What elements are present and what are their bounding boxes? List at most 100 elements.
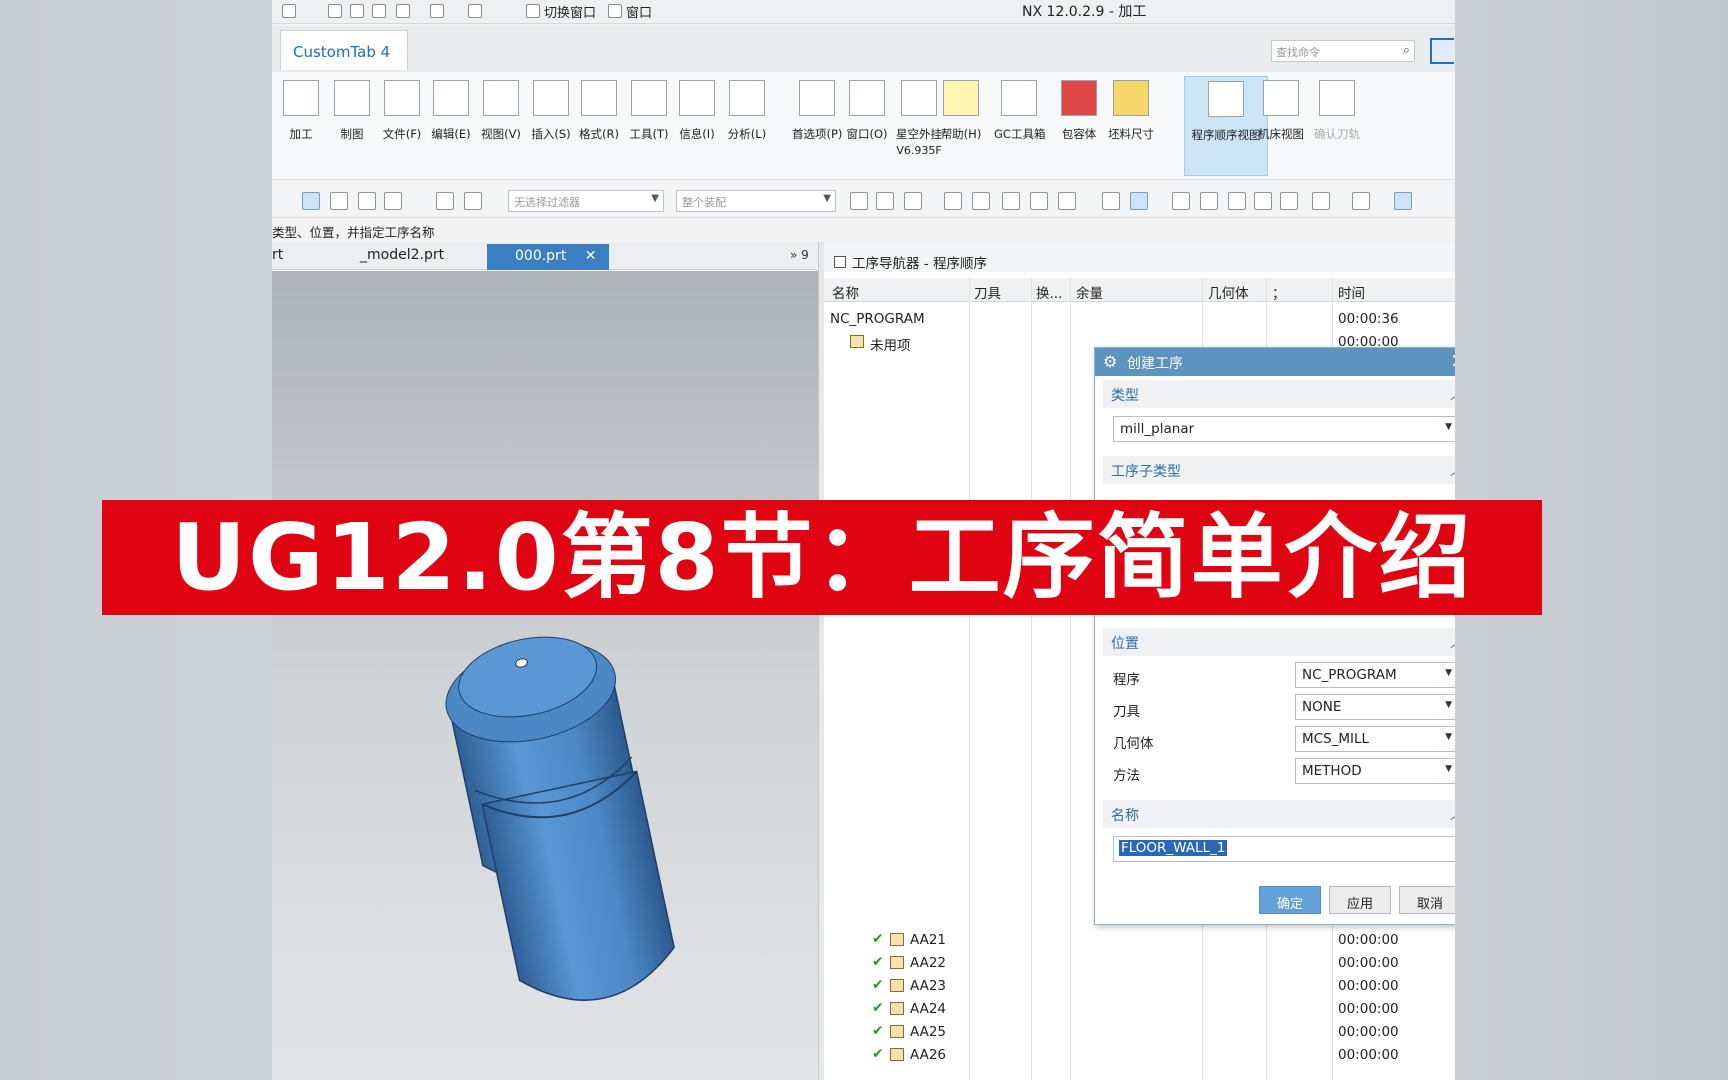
collapse-icon[interactable]: ︿ — [1450, 460, 1455, 479]
layout-icon[interactable] — [1312, 192, 1330, 210]
move-icon[interactable] — [850, 192, 868, 210]
apply-button[interactable]: 应用 — [1329, 886, 1391, 914]
paste-icon[interactable] — [372, 4, 386, 18]
cancel-button[interactable]: 取消 — [1399, 886, 1455, 914]
ribbon-insert-menu-button[interactable]: 插入(S) — [526, 76, 576, 176]
ribbon-stock-size-button[interactable]: 坯料尺寸 — [1106, 76, 1156, 176]
file-tab-active[interactable]: 000.prt ✕ — [487, 244, 609, 270]
select-tree-icon[interactable] — [330, 192, 348, 210]
add-icon[interactable] — [904, 192, 922, 210]
snap-icon[interactable] — [436, 192, 454, 210]
shaded-view-icon[interactable] — [1130, 192, 1148, 210]
table-row[interactable]: ✔ AA25 00:00:00 — [824, 1021, 1455, 1044]
cube-view-icon[interactable] — [1394, 192, 1412, 210]
collapse-icon[interactable]: ︿ — [1450, 804, 1455, 823]
copy-icon[interactable] — [350, 4, 364, 18]
table-row[interactable]: ✔ AA22 00:00:00 — [824, 952, 1455, 975]
file-tab-1[interactable]: rt — [272, 247, 283, 263]
ribbon-machine-view-button[interactable]: 机床视图 — [1256, 76, 1306, 176]
ribbon-help-menu-button[interactable]: 帮助(H) — [936, 76, 986, 176]
point-icon[interactable] — [1002, 192, 1020, 210]
file-tab-2[interactable]: _model2.prt — [360, 247, 444, 263]
col-stock[interactable]: 余量 — [1076, 282, 1103, 302]
selection-filter-select[interactable]: 无选择过滤器 ▼ — [508, 190, 664, 212]
ribbon-view-menu-button[interactable]: 视图(V) — [476, 76, 526, 176]
fit-icon[interactable] — [1172, 192, 1190, 210]
ribbon-info-menu-button[interactable]: 信息(I) — [672, 76, 722, 176]
ribbon-drafting-button[interactable]: 制图 — [327, 76, 377, 176]
ribbon-window-menu-button[interactable]: 窗口(O) — [842, 76, 892, 176]
table-row[interactable]: ✔ AA24 00:00:00 — [824, 998, 1455, 1021]
section-icon[interactable] — [1280, 192, 1298, 210]
select-feature-icon[interactable] — [302, 192, 320, 210]
more-tabs-button[interactable]: » 9 — [790, 248, 809, 262]
ribbon-verify-toolpath-button[interactable]: 确认刀轨 — [1312, 76, 1362, 176]
ribbon-analysis-menu-button[interactable]: 分析(L) — [722, 76, 772, 176]
select-parent-icon[interactable] — [358, 192, 376, 210]
box-select-icon[interactable] — [1058, 192, 1076, 210]
table-row[interactable]: NC_PROGRAM 00:00:36 — [824, 308, 1455, 331]
table-row[interactable]: ✔ AA21 00:00:00 — [824, 929, 1455, 952]
selection-toolbar: 无选择过滤器 ▼ 整个装配 ▼ — [272, 184, 1455, 218]
method-select[interactable]: METHOD ▼ — [1295, 758, 1455, 784]
snap-point-icon[interactable] — [464, 192, 482, 210]
cut-icon[interactable] — [328, 4, 342, 18]
graphics-viewport[interactable] — [272, 271, 818, 1080]
ribbon-edit-menu-button[interactable]: 编辑(E) — [426, 76, 476, 176]
search-icon[interactable]: ⌕ — [1403, 43, 1410, 58]
ribbon-format-menu-button[interactable]: 格式(R) — [574, 76, 624, 176]
assembly-scope-select[interactable]: 整个装配 ▼ — [676, 190, 836, 212]
ribbon-file-menu-button[interactable]: 文件(F) — [377, 76, 427, 176]
type-select[interactable]: mill_planar ▼ — [1113, 416, 1455, 442]
ribbon-bounding-body-button[interactable]: 包容体 — [1054, 76, 1104, 176]
select-icon[interactable] — [430, 4, 444, 18]
reposition-icon[interactable] — [972, 192, 990, 210]
switch-window-button[interactable]: 切换窗口 — [544, 2, 596, 21]
col-extra[interactable]: ； — [1272, 282, 1286, 302]
operation-name-input[interactable]: FLOOR_WALL_1 — [1113, 836, 1455, 862]
zoom-icon[interactable] — [1200, 192, 1218, 210]
ribbon-tools-menu-button[interactable]: 工具(T) — [624, 76, 674, 176]
pan-icon[interactable] — [1254, 192, 1272, 210]
touch-icon[interactable] — [468, 4, 482, 18]
ribbon-machining-button[interactable]: 加工 — [276, 76, 326, 176]
ribbon-preferences-menu-button[interactable]: 首选项(P) — [792, 76, 842, 176]
constraint-icon[interactable] — [876, 192, 894, 210]
check-icon: ✔ — [872, 954, 884, 970]
col-geometry[interactable]: 几何体 — [1208, 282, 1249, 302]
navigator-checkbox[interactable] — [834, 256, 846, 268]
close-icon[interactable]: ✕ — [1450, 349, 1455, 373]
section-type[interactable]: 类型 ︿ — [1103, 380, 1455, 408]
undo-icon[interactable] — [282, 4, 296, 18]
display-style-icon[interactable] — [1352, 192, 1370, 210]
col-time[interactable]: 时间 — [1338, 282, 1365, 302]
section-subtype[interactable]: 工序子类型 ︿ — [1103, 456, 1455, 484]
geometry-select[interactable]: MCS_MILL ▼ — [1295, 726, 1455, 752]
folder-icon — [850, 335, 864, 348]
select-align-icon[interactable] — [384, 192, 402, 210]
section-name[interactable]: 名称 ︿ — [1103, 800, 1455, 828]
render-icon[interactable] — [1102, 192, 1120, 210]
col-name[interactable]: 名称 — [832, 282, 859, 302]
collapse-icon[interactable]: ︿ — [1450, 632, 1455, 651]
col-tool[interactable]: 刀具 — [974, 282, 1001, 302]
method-label: 方法 — [1113, 768, 1140, 784]
align-icon[interactable] — [944, 192, 962, 210]
rotate-icon[interactable] — [1228, 192, 1246, 210]
close-icon[interactable]: ✕ — [585, 248, 597, 264]
tool-select[interactable]: NONE ▼ — [1295, 694, 1455, 720]
ok-button[interactable]: 确定 — [1259, 886, 1321, 914]
section-location[interactable]: 位置 ︿ — [1103, 628, 1455, 656]
collapse-icon[interactable]: ︿ — [1450, 384, 1455, 403]
program-select[interactable]: NC_PROGRAM ▼ — [1295, 662, 1455, 688]
repeat-icon[interactable] — [396, 4, 410, 18]
table-row[interactable]: ✔ AA26 00:00:00 — [824, 1044, 1455, 1067]
ribbon-gc-toolbox-button[interactable]: GC工具箱 — [994, 76, 1045, 176]
window-menu-button[interactable]: 窗口 — [626, 2, 652, 21]
col-change[interactable]: 换... — [1036, 282, 1062, 302]
command-search-input[interactable]: 查找命令 ⌕ — [1271, 40, 1415, 62]
snap-curve-icon[interactable] — [1030, 192, 1048, 210]
tab-customtab-4[interactable]: CustomTab 4 — [280, 30, 408, 70]
table-row[interactable]: ✔ AA23 00:00:00 — [824, 975, 1455, 998]
window-mode-icon[interactable] — [1430, 38, 1454, 64]
